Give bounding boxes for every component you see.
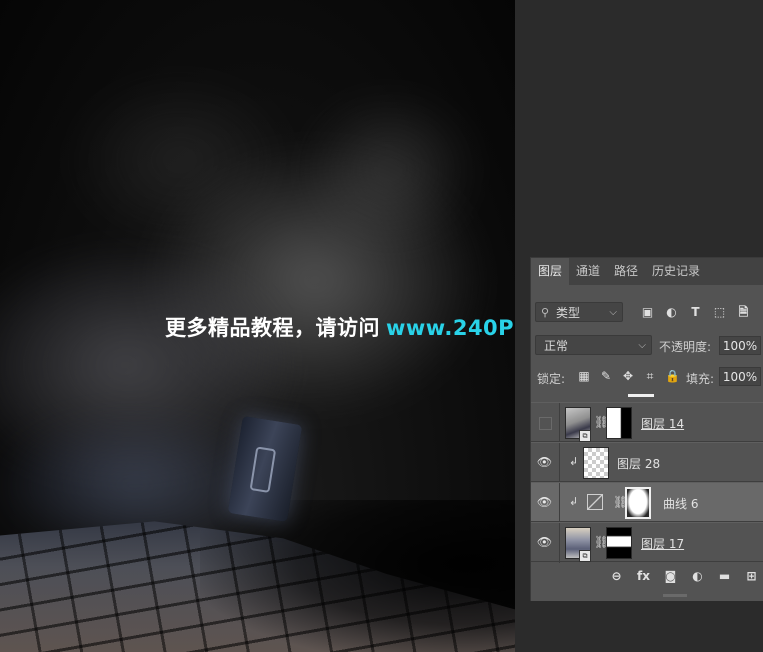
eye-icon[interactable]: 👁 (536, 494, 553, 511)
opacity-label: 不透明度: (659, 340, 712, 354)
blend-mode-select[interactable]: 正常 ⌵ (535, 335, 652, 355)
layer-mask-thumbnail[interactable] (606, 407, 632, 439)
smart-object-badge-icon: ⧉ (579, 550, 591, 562)
filter-kind-label: 类型 (556, 306, 581, 320)
layer-row[interactable]: 👁 ↲ ⛓ 曲线 6 (531, 482, 763, 523)
lock-all-icon[interactable]: 🔒 (665, 368, 680, 384)
layer-row[interactable]: 👁 ↲ 图层 28 (531, 442, 763, 483)
filter-row: ⚲ 类型 ⌵ ▣ ◐ T ⬚ 🗎 (531, 302, 763, 326)
blend-mode-value: 正常 (544, 339, 569, 353)
opacity-input[interactable]: 100% (719, 336, 761, 355)
adjustment-filter-icon[interactable]: ◐ (663, 304, 680, 321)
panel-footer: ⊖ fx ◙ ◐ ▬ ⊞ (531, 568, 763, 592)
layer-list: ⧉ ⛓ 图层 14 👁 ↲ 图层 28 👁 ↲ ⛓ 曲线 6 👁 ⧉ ⛓ 图层 … (531, 402, 763, 563)
image-filter-icon[interactable]: ▣ (639, 304, 656, 321)
eye-icon[interactable]: 👁 (536, 454, 553, 471)
shape-filter-icon[interactable]: ⬚ (711, 304, 728, 321)
layer-row[interactable]: 👁 ⧉ ⛓ 图层 17 (531, 522, 763, 563)
panel-tabs: 图层 通道 路径 历史记录 (531, 258, 763, 285)
scroll-indicator (628, 394, 654, 397)
link-layers-icon[interactable]: ⊖ (608, 568, 625, 585)
ground-shadow (200, 500, 515, 652)
adjustment-layer-icon[interactable]: ◐ (689, 568, 706, 585)
watermark-text: 更多精品教程，请访问 (165, 316, 380, 340)
search-icon: ⚲ (541, 306, 550, 319)
smart-object-badge-icon: ⧉ (579, 430, 591, 442)
visibility-toggle-off[interactable] (539, 417, 552, 430)
divider (559, 483, 560, 523)
lock-label: 锁定: (537, 372, 566, 386)
filter-icons: ▣ ◐ T ⬚ 🗎 (639, 304, 752, 321)
object-detail (249, 446, 277, 493)
lock-artboard-icon[interactable]: ⌗ (643, 368, 657, 384)
add-mask-icon[interactable]: ◙ (662, 568, 679, 585)
chevron-down-icon: ⌵ (638, 340, 646, 351)
divider (559, 443, 560, 483)
divider (559, 403, 560, 443)
lock-icons: ▦ ✎ ✥ ⌗ 🔒 (577, 368, 680, 384)
new-layer-icon[interactable]: ⊞ (743, 568, 760, 585)
layer-name[interactable]: 图层 14 (641, 415, 684, 432)
blend-row: 正常 ⌵ 不透明度: 100% (531, 335, 763, 357)
filter-kind-select[interactable]: ⚲ 类型 ⌵ (535, 302, 623, 322)
tab-channels[interactable]: 通道 (569, 258, 607, 285)
layer-name[interactable]: 图层 17 (641, 535, 684, 552)
lock-position-icon[interactable]: ✥ (621, 368, 635, 384)
chevron-down-icon: ⌵ (609, 307, 617, 318)
tab-history[interactable]: 历史记录 (645, 258, 707, 285)
layer-name[interactable]: 图层 28 (617, 455, 660, 472)
eye-icon[interactable]: 👁 (536, 534, 553, 551)
lock-pixels-icon[interactable]: ✎ (599, 368, 613, 384)
tab-layers[interactable]: 图层 (531, 258, 570, 285)
smart-object-filter-icon[interactable]: 🗎 (735, 304, 752, 321)
layer-name[interactable]: 曲线 6 (663, 495, 698, 512)
divider (559, 523, 560, 563)
type-filter-icon[interactable]: T (687, 304, 704, 321)
fill-input[interactable]: 100% (719, 367, 761, 386)
fill-label: 填充: (686, 372, 715, 386)
resize-grip[interactable] (663, 594, 687, 597)
fx-icon[interactable]: fx (635, 568, 652, 585)
clipping-arrow-icon: ↲ (569, 495, 579, 508)
layer-row[interactable]: ⧉ ⛓ 图层 14 (531, 402, 763, 443)
layer-mask-thumbnail[interactable] (625, 487, 651, 519)
new-group-icon[interactable]: ▬ (716, 568, 733, 585)
clipping-arrow-icon: ↲ (569, 455, 579, 468)
lock-transparency-icon[interactable]: ▦ (577, 368, 591, 384)
layers-panel: 图层 通道 路径 历史记录 ⚲ 类型 ⌵ ▣ ◐ T ⬚ 🗎 正常 ⌵ 不透明度… (530, 257, 763, 601)
watermark: 更多精品教程，请访问www.240PS.com (165, 312, 515, 342)
document-canvas[interactable]: 更多精品教程，请访问www.240PS.com (0, 0, 515, 652)
watermark-url: www.240PS.com (386, 316, 515, 340)
lock-row: 锁定: ▦ ✎ ✥ ⌗ 🔒 填充: 100% (531, 366, 763, 388)
curves-adjustment-icon (587, 494, 603, 510)
tab-paths[interactable]: 路径 (607, 258, 645, 285)
layer-thumbnail (583, 447, 609, 479)
layer-mask-thumbnail[interactable] (606, 527, 632, 559)
